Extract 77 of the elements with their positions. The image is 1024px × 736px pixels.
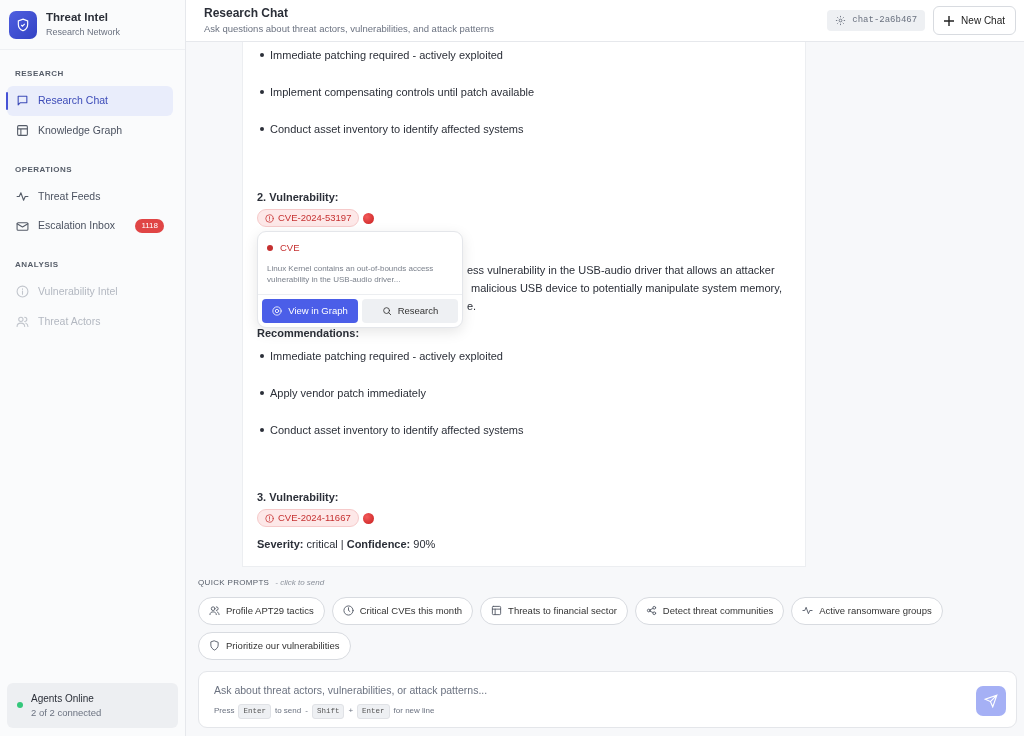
status-detail: 2 of 2 connected: [31, 705, 102, 720]
bullet-dot: [260, 127, 264, 131]
quick-prompt-chip[interactable]: Critical CVEs this month: [331, 596, 474, 625]
paragraph-text-line: ess vulnerability in the USB-audio driver that allows an attacker: [467, 263, 775, 278]
pulse-icon: [16, 189, 29, 203]
page-title: Research Chat: [204, 5, 290, 23]
status-title: Agents Online: [31, 691, 95, 706]
alert-icon: [265, 213, 274, 223]
quick-prompt-chip[interactable]: Profile APT29 tactics: [198, 596, 325, 625]
session-id-tag[interactable]: chat-2a6b467: [827, 9, 926, 32]
nav-section-heading: RESEARCH: [14, 68, 65, 80]
list-item-text: Implement compensating controls until patch available: [270, 84, 535, 100]
quick-prompts-heading: QUICK PROMPTS: [198, 577, 270, 587]
nav-item[interactable]: Threat Feeds: [7, 181, 173, 212]
bullet-dot: [260, 354, 264, 358]
layout-icon: [491, 605, 503, 617]
shield-icon: [209, 640, 220, 652]
hint-text: to send: [274, 705, 302, 718]
plus-icon: [944, 15, 955, 26]
nav-item[interactable]: Knowledge Graph: [7, 115, 173, 146]
section-heading: 3. Vulnerability:: [257, 489, 340, 505]
entity-summary: Linux Kernel contains an out-of-bounds access vulnerability in the USB-audio driver...: [258, 255, 462, 295]
cve-tag[interactable]: CVE-2024-11667: [257, 508, 359, 528]
share-icon: [645, 605, 657, 617]
users-icon: [16, 315, 29, 329]
shield-logo-icon: [9, 10, 37, 39]
list-item-text: Conduct asset inventory to identify affected systems: [270, 422, 524, 438]
bullet-dot: [260, 90, 264, 94]
section-heading: 2. Vulnerability:: [257, 189, 340, 205]
quick-prompt-chip[interactable]: Detect threat communities: [634, 596, 785, 625]
users-icon: [209, 605, 220, 617]
new-chat-button[interactable]: New Chat: [933, 6, 1016, 35]
hint-text: for new line: [393, 705, 435, 718]
list-item-text: Immediate patching required - actively exploited: [270, 47, 503, 63]
info-icon: [16, 285, 29, 299]
brand-title: Threat Intel: [46, 10, 109, 26]
hint-text: -: [305, 705, 308, 718]
research-button[interactable]: Research: [362, 298, 458, 323]
send-icon: [984, 693, 998, 708]
view-in-graph-button[interactable]: View in Graph: [262, 298, 358, 323]
bullet-dot: [260, 391, 264, 395]
pulse-icon: [802, 605, 814, 617]
bullet-dot: [260, 428, 264, 432]
nav-item[interactable]: Escalation Inbox 1118: [7, 211, 173, 241]
search-icon: [381, 305, 392, 316]
quick-prompts-hint: - click to send: [275, 577, 325, 587]
paragraph-text-line: e.: [467, 299, 477, 314]
list-item-text: Apply vendor patch immediately: [270, 385, 426, 401]
alert-icon: [265, 513, 274, 523]
envelope-icon: [16, 219, 29, 233]
hint-text: Press: [214, 705, 235, 718]
hint-text: +: [348, 705, 354, 718]
severity-dot: [363, 212, 375, 224]
brand-subtitle: Research Network: [46, 26, 121, 40]
clock-icon: [342, 605, 354, 617]
bullet-dot: [260, 53, 264, 57]
paragraph-text-line: malicious USB device to potentially manipulate system memory,: [471, 281, 782, 296]
severity-dot: [362, 512, 374, 524]
quick-prompt-chip[interactable]: Active ransomware groups: [791, 596, 943, 625]
send-button[interactable]: [976, 685, 1006, 716]
count-badge: 1118: [135, 219, 164, 234]
nav-section-heading: OPERATIONS: [14, 163, 74, 176]
target-icon: [272, 305, 283, 316]
paragraph-text: Severity: critical | Confidence: 90%: [257, 537, 437, 552]
section-label: Recommendations:: [257, 325, 361, 341]
quick-prompt-chip[interactable]: Threats to financial sector: [480, 596, 628, 625]
list-item-text: Conduct asset inventory to identify affected systems: [270, 121, 524, 137]
layout-icon: [16, 124, 29, 138]
cve-tag[interactable]: CVE-2024-53197: [257, 208, 360, 228]
entity-type: CVE: [280, 241, 300, 255]
page-subtitle: Ask questions about threat actors, vulnerabilities, and attack patterns: [204, 22, 494, 37]
chat-bubble-icon: [16, 94, 29, 108]
type-dot: [267, 245, 273, 252]
nav-section-heading: ANALYSIS: [14, 259, 60, 271]
quick-prompt-chip[interactable]: Prioritize our vulnerabilities: [198, 631, 351, 660]
list-item-text: Immediate patching required - actively exploited: [270, 348, 503, 364]
nav-item[interactable]: Research Chat: [7, 86, 173, 116]
